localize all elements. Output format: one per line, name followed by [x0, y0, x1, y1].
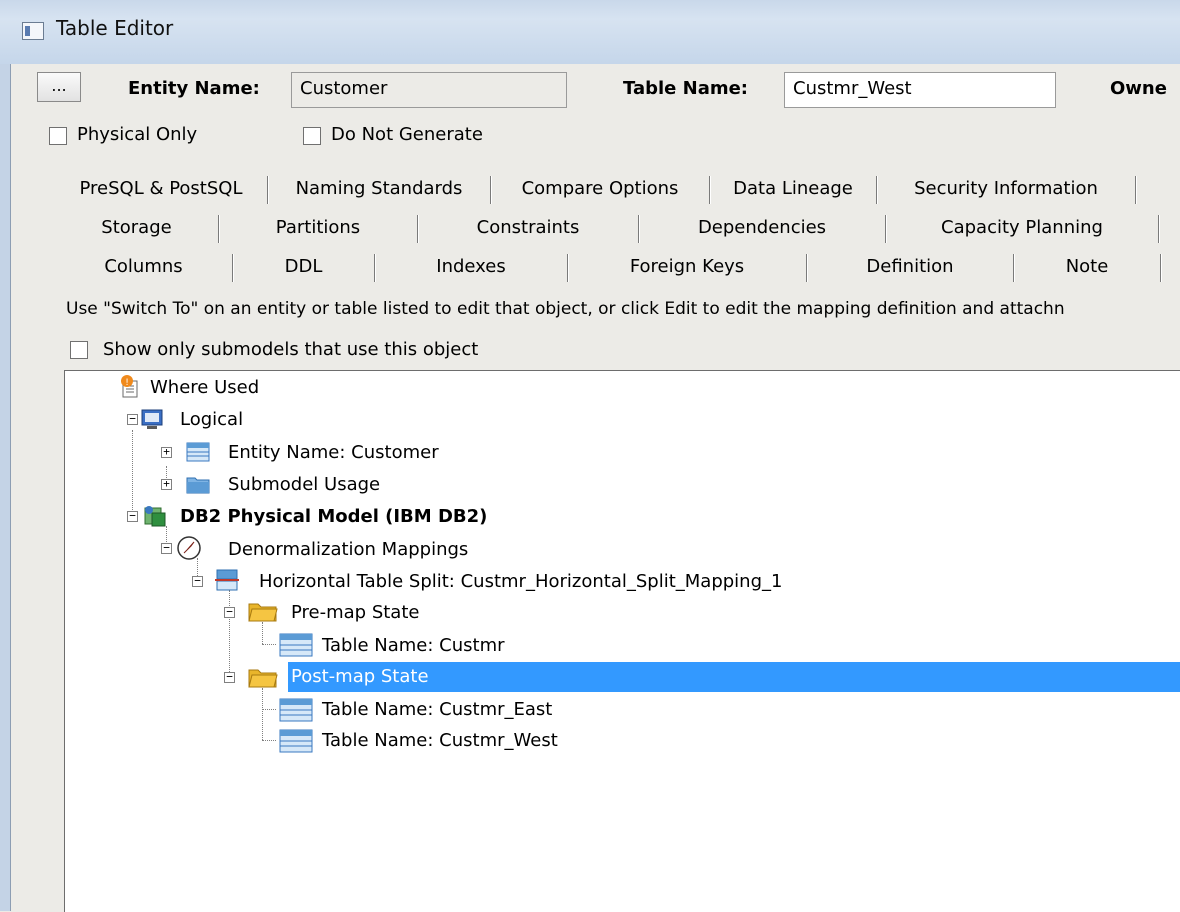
horizontal-split-icon — [214, 568, 239, 591]
svg-text:!: ! — [125, 378, 129, 388]
tree-connector — [229, 590, 230, 678]
tab-row-1: PreSQL & PostSQL Naming Standards Compar… — [55, 172, 1180, 206]
table-icon — [279, 697, 313, 722]
collapse-icon[interactable]: − — [127, 413, 138, 425]
tab-indexes[interactable]: Indexes — [375, 250, 567, 284]
submodel-folder-icon — [186, 473, 210, 495]
tab-columns[interactable]: Columns — [55, 250, 232, 284]
physical-only-checkbox[interactable] — [49, 127, 67, 145]
owner-label: Owne — [1110, 78, 1167, 99]
tab-data-lineage[interactable]: Data Lineage — [710, 172, 876, 206]
tree-node-physical-model[interactable]: DB2 Physical Model (IBM DB2) — [180, 505, 487, 529]
physical-only-label: Physical Only — [77, 124, 198, 145]
entity-table-icon — [186, 441, 210, 463]
tab-note[interactable]: Note — [1014, 250, 1160, 284]
tab-security-information[interactable]: Security Information — [877, 172, 1135, 206]
tree-node-post-table-east[interactable]: Table Name: Custmr_East — [322, 698, 552, 722]
tree-node-premap-table[interactable]: Table Name: Custmr — [322, 634, 505, 658]
tree-node-logical[interactable]: Logical — [180, 408, 243, 432]
do-not-generate-label: Do Not Generate — [331, 124, 483, 145]
tab-separator — [1158, 215, 1159, 243]
collapse-icon[interactable]: − — [224, 671, 235, 683]
tab-row-2: Storage Partitions Constraints Dependenc… — [55, 211, 1180, 245]
tab-separator — [1135, 176, 1136, 204]
collapse-icon[interactable]: − — [224, 606, 235, 618]
ellipsis-button[interactable]: ... — [37, 72, 81, 102]
tree-connector — [132, 430, 133, 518]
tree-node-submodel[interactable]: Submodel Usage — [228, 473, 380, 497]
table-icon — [279, 632, 313, 657]
entity-name-field[interactable]: Customer — [291, 72, 567, 108]
physical-model-icon — [143, 504, 166, 527]
expand-icon[interactable]: + — [161, 446, 172, 458]
collapse-icon[interactable]: − — [192, 575, 203, 587]
window-frame — [0, 64, 11, 911]
tree-node-denormalization-mappings[interactable]: Denormalization Mappings — [228, 538, 468, 562]
tree-connector — [262, 688, 263, 740]
tab-naming-standards[interactable]: Naming Standards — [268, 172, 490, 206]
panel-hint-text: Use "Switch To" on an entity or table li… — [66, 299, 1065, 319]
window-icon — [22, 22, 44, 40]
tab-storage[interactable]: Storage — [55, 211, 218, 245]
tree-node-entity[interactable]: Entity Name: Customer — [228, 441, 439, 465]
window-title: Table Editor — [56, 16, 174, 40]
tree-node-postmap-state[interactable]: Post-map State — [291, 665, 429, 689]
tab-capacity-planning[interactable]: Capacity Planning — [886, 211, 1158, 245]
tab-ddl[interactable]: DDL — [233, 250, 374, 284]
tree-connector — [262, 740, 276, 741]
show-submodels-label: Show only submodels that use this object — [103, 339, 479, 360]
folder-icon — [248, 599, 278, 622]
tab-presql-postsql[interactable]: PreSQL & PostSQL — [55, 172, 267, 206]
table-icon — [279, 728, 313, 753]
title-bar: Table Editor — [0, 0, 1180, 64]
table-name-field[interactable]: Custmr_West — [784, 72, 1056, 108]
tree-connector — [262, 622, 263, 644]
tab-separator — [1160, 254, 1161, 282]
tab-foreign-keys[interactable]: Foreign Keys — [568, 250, 806, 284]
tree-connector — [262, 644, 276, 645]
do-not-generate-checkbox[interactable] — [303, 127, 321, 145]
collapse-icon[interactable]: − — [127, 510, 138, 522]
denormalization-icon — [176, 535, 201, 560]
tree-node-post-table-west[interactable]: Table Name: Custmr_West — [322, 729, 558, 753]
tree-node-premap-state[interactable]: Pre-map State — [291, 601, 419, 625]
tab-constraints[interactable]: Constraints — [418, 211, 638, 245]
tree-connector — [262, 709, 276, 710]
tab-dependencies[interactable]: Dependencies — [639, 211, 885, 245]
collapse-icon[interactable]: − — [161, 542, 172, 554]
show-submodels-checkbox[interactable] — [70, 341, 88, 359]
table-name-label: Table Name: — [623, 78, 749, 99]
tab-compare-options[interactable]: Compare Options — [491, 172, 709, 206]
tab-partitions[interactable]: Partitions — [219, 211, 417, 245]
tab-row-3: Columns DDL Indexes Foreign Keys Definit… — [55, 250, 1180, 284]
tree-node-where-used[interactable]: Where Used — [150, 376, 259, 400]
logical-model-icon — [141, 408, 163, 430]
entity-name-label: Entity Name: — [128, 78, 260, 99]
where-used-icon: ! — [119, 375, 141, 398]
folder-icon — [248, 665, 278, 688]
tree-node-horizontal-split[interactable]: Horizontal Table Split: Custmr_Horizonta… — [259, 570, 782, 594]
expand-icon[interactable]: + — [161, 478, 172, 490]
tab-definition[interactable]: Definition — [807, 250, 1013, 284]
